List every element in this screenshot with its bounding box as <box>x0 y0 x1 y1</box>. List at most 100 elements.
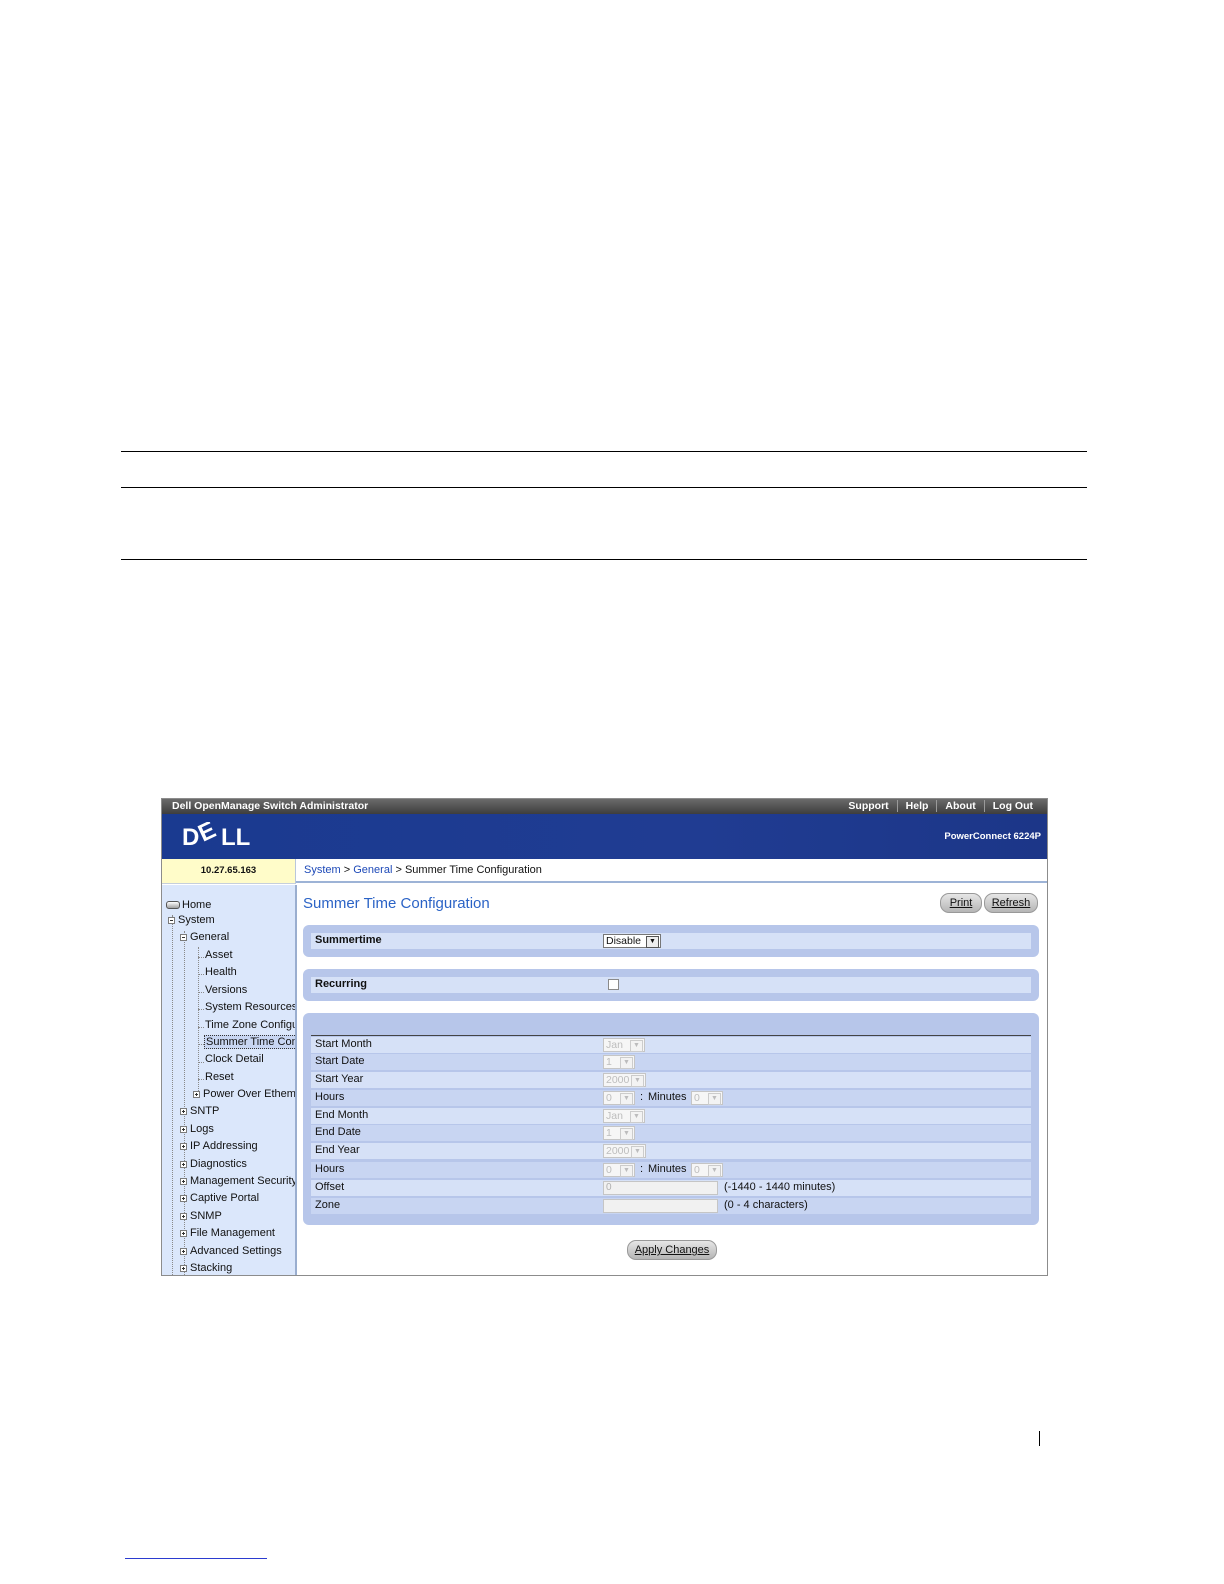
start-minutes-label: Minutes <box>648 1091 687 1103</box>
end-year-row: End Year 2000 ▼ <box>311 1143 1031 1159</box>
chevron-down-icon: ▼ <box>631 1146 644 1158</box>
tree-guide <box>198 947 199 1097</box>
start-year-row: Start Year 2000 ▼ <box>311 1072 1031 1088</box>
recurring-panel: Recurring <box>303 969 1039 1001</box>
chevron-down-icon: ▼ <box>646 936 659 948</box>
start-minutes-value: 0 <box>694 1092 700 1104</box>
top-links: Support Help About Log Out <box>840 800 1041 812</box>
nav-ip-addressing[interactable]: IP Addressing <box>180 1140 258 1152</box>
nav-management-security[interactable]: Management Security <box>180 1175 297 1187</box>
offset-row: Offset 0 (-1440 - 1440 minutes) <box>311 1180 1031 1196</box>
nav-ip-addressing-label: IP Addressing <box>190 1140 258 1152</box>
device-ip: 10.27.65.163 <box>162 859 296 884</box>
summertime-value: Disable <box>606 935 642 947</box>
end-date-select[interactable]: 1 ▼ <box>603 1126 635 1140</box>
page-number-divider <box>1039 1431 1040 1446</box>
nav-general[interactable]: General <box>180 931 229 943</box>
nav-file-management[interactable]: File Management <box>180 1227 275 1239</box>
tree-guide <box>198 1079 204 1080</box>
end-month-select[interactable]: Jan ▼ <box>603 1109 645 1123</box>
summertime-label: Summertime <box>315 934 382 946</box>
help-link[interactable]: Help <box>896 800 937 812</box>
expand-icon[interactable] <box>180 1194 187 1202</box>
end-month-value: Jan <box>606 1110 623 1122</box>
recurring-label: Recurring <box>315 978 367 990</box>
offset-input[interactable]: 0 <box>603 1181 718 1195</box>
nav-snmp[interactable]: SNMP <box>180 1210 222 1222</box>
nav-diagnostics[interactable]: Diagnostics <box>180 1158 247 1170</box>
nav-advanced-settings[interactable]: Advanced Settings <box>180 1245 282 1257</box>
end-hours-select[interactable]: 0 ▼ <box>603 1163 635 1177</box>
logout-link[interactable]: Log Out <box>983 800 1041 812</box>
chevron-down-icon: ▼ <box>620 1128 633 1140</box>
summertime-row: Summertime Disable ▼ <box>311 933 1031 949</box>
page-title: Summer Time Configuration <box>303 895 490 912</box>
nav-captive-portal-label: Captive Portal <box>190 1192 260 1204</box>
home-icon <box>166 901 180 910</box>
end-year-label: End Year <box>315 1144 360 1156</box>
start-year-select[interactable]: 2000 ▼ <box>603 1073 646 1087</box>
about-link[interactable]: About <box>936 800 983 812</box>
breadcrumb-general[interactable]: General <box>353 864 392 876</box>
nav-time-zone[interactable]: Time Zone Configura <box>205 1019 295 1031</box>
nav-system-resources[interactable]: System Resources <box>205 1001 295 1013</box>
nav-health[interactable]: Health <box>205 966 237 978</box>
start-date-select[interactable]: 1 ▼ <box>603 1055 635 1069</box>
start-month-select[interactable]: Jan ▼ <box>603 1038 645 1052</box>
zone-hint: (0 - 4 characters) <box>724 1199 808 1211</box>
collapse-icon[interactable] <box>180 933 187 941</box>
nav-home-label: Home <box>182 899 212 911</box>
apply-changes-button[interactable]: Apply Changes <box>627 1240 717 1260</box>
collapse-icon[interactable] <box>168 916 175 924</box>
expand-icon[interactable] <box>193 1090 200 1098</box>
nav-reset[interactable]: Reset <box>205 1071 234 1083</box>
nav-system[interactable]: System <box>168 914 215 926</box>
nav-tree: Home System General Asset Health Version… <box>162 885 297 1275</box>
nav-summer-time[interactable]: Summer Time Confi <box>204 1035 295 1049</box>
expand-icon[interactable] <box>180 1229 187 1237</box>
nav-general-label: General <box>190 931 230 943</box>
support-link[interactable]: Support <box>840 800 896 812</box>
tree-guide <box>198 1009 204 1010</box>
chevron-down-icon: ▼ <box>631 1075 644 1087</box>
expand-icon[interactable] <box>180 1125 187 1133</box>
refresh-button[interactable]: Refresh <box>984 893 1038 913</box>
breadcrumb-system[interactable]: System <box>304 864 341 876</box>
nav-clock-detail[interactable]: Clock Detail <box>205 1053 264 1065</box>
banner: D E LL PowerConnect 6224P <box>162 814 1047 859</box>
nav-captive-portal[interactable]: Captive Portal <box>180 1192 259 1204</box>
nav-advanced-settings-label: Advanced Settings <box>190 1245 282 1257</box>
nav-file-management-label: File Management <box>190 1227 275 1239</box>
expand-icon[interactable] <box>180 1160 187 1168</box>
nav-system-label: System <box>178 914 215 926</box>
expand-icon[interactable] <box>180 1142 187 1150</box>
start-minutes-select[interactable]: 0 ▼ <box>691 1091 723 1105</box>
top-bar: Dell OpenManage Switch Administrator Sup… <box>162 799 1047 814</box>
end-hours-row: Hours 0 ▼ : Minutes 0 ▼ <box>311 1162 1031 1178</box>
end-minutes-select[interactable]: 0 ▼ <box>691 1163 723 1177</box>
expand-icon[interactable] <box>180 1212 187 1220</box>
expand-icon[interactable] <box>180 1107 187 1115</box>
summertime-select[interactable]: Disable ▼ <box>603 934 661 948</box>
nav-diagnostics-label: Diagnostics <box>190 1158 247 1170</box>
nav-sntp[interactable]: SNTP <box>180 1105 219 1117</box>
breadcrumb-separator: > <box>343 864 351 876</box>
end-date-value: 1 <box>606 1127 612 1139</box>
nav-stacking[interactable]: Stacking <box>180 1262 232 1274</box>
nav-versions[interactable]: Versions <box>205 984 247 996</box>
expand-icon[interactable] <box>180 1264 187 1272</box>
zone-input[interactable] <box>603 1199 718 1213</box>
end-year-select[interactable]: 2000 ▼ <box>603 1144 646 1158</box>
nav-logs[interactable]: Logs <box>180 1123 214 1135</box>
print-button[interactable]: Print <box>940 893 982 913</box>
nav-management-security-label: Management Security <box>190 1175 297 1187</box>
tree-guide <box>198 957 204 958</box>
nav-poe[interactable]: Power Over Etheme <box>193 1088 295 1100</box>
recurring-checkbox[interactable] <box>608 979 619 990</box>
expand-icon[interactable] <box>180 1177 187 1185</box>
nav-home[interactable]: Home <box>166 899 211 911</box>
start-hours-select[interactable]: 0 ▼ <box>603 1091 635 1105</box>
end-date-row: End Date 1 ▼ <box>311 1125 1031 1141</box>
expand-icon[interactable] <box>180 1247 187 1255</box>
nav-asset[interactable]: Asset <box>205 949 233 961</box>
